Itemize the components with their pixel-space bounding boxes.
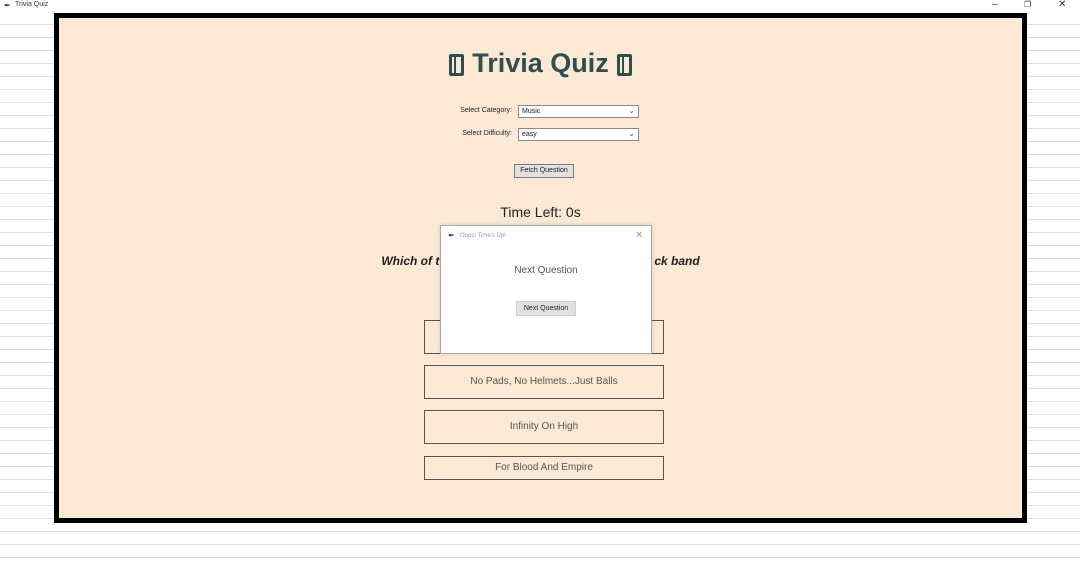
times-up-dialog: ✒ Oops! Time's Up! ✕ Next Question Next …	[440, 225, 652, 354]
page-title-text: Trivia Quiz	[472, 48, 609, 78]
window-titlebar: ✒ Trivia Quiz – ❐ ✕	[0, 0, 1080, 11]
difficulty-row: Select Difficulty: easy ⌄	[59, 128, 1022, 142]
category-row: Select Category: Music ⌄	[59, 105, 1022, 119]
minimize-icon[interactable]: –	[992, 0, 998, 10]
category-select[interactable]: Music ⌄	[518, 105, 639, 118]
window-title: Trivia Quiz	[15, 1, 49, 8]
chevron-down-icon: ⌄	[628, 106, 635, 115]
app-window: ✒ Trivia Quiz – ❐ ✕ Trivia Quiz Select C…	[0, 0, 1080, 565]
dialog-titlebar: ✒ Oops! Time's Up! ✕	[441, 226, 651, 246]
dialog-message: Next Question	[514, 265, 578, 276]
dialog-title: Oops! Time's Up!	[460, 233, 506, 239]
book-icon	[449, 54, 465, 76]
page-title: Trivia Quiz	[59, 48, 1022, 79]
book-icon	[616, 54, 632, 76]
difficulty-label: Select Difficulty:	[462, 130, 512, 137]
answer-button-3[interactable]: Infinity On High	[424, 410, 664, 444]
fetch-question-button[interactable]: Fetch Question	[514, 164, 574, 178]
close-icon[interactable]: ✕	[1058, 0, 1066, 10]
feather-icon: ✒	[448, 231, 455, 240]
answer-button-4[interactable]: For Blood And Empire	[424, 456, 664, 480]
feather-icon: ✒	[4, 1, 11, 10]
difficulty-select[interactable]: easy ⌄	[518, 128, 639, 141]
timer-label: Time Left: 0s	[500, 204, 581, 220]
dialog-close-icon[interactable]: ✕	[635, 230, 643, 241]
next-question-button[interactable]: Next Question	[516, 301, 576, 316]
chevron-down-icon: ⌄	[628, 129, 635, 138]
maximize-icon[interactable]: ❐	[1024, 0, 1031, 9]
question-text-right: ck band	[654, 254, 700, 268]
difficulty-value: easy	[522, 131, 537, 138]
category-value: Music	[522, 108, 541, 115]
answer-button-2[interactable]: No Pads, No Helmets...Just Balls	[424, 365, 664, 399]
question-text-left: Which of t	[381, 254, 440, 268]
category-label: Select Category:	[460, 107, 512, 114]
